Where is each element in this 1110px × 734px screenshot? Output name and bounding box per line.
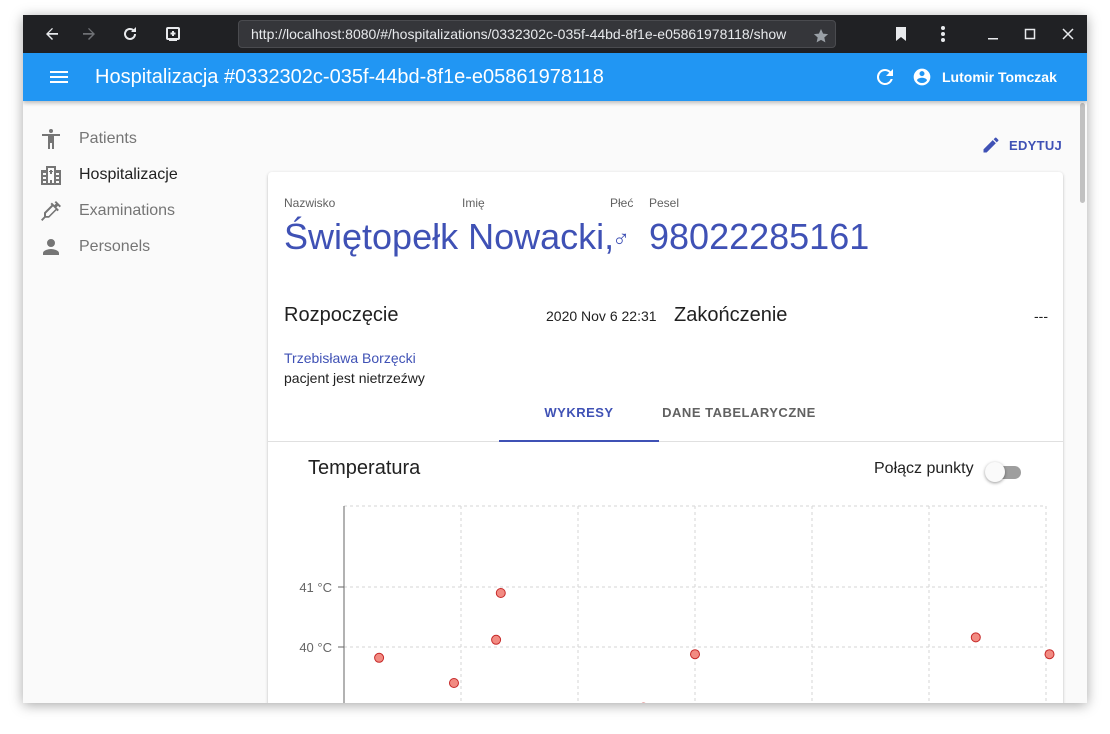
data-point (491, 634, 502, 645)
sidebar-item-label: Personels (79, 238, 151, 255)
surname-label: Nazwisko (284, 196, 336, 210)
edit-button[interactable]: EDYTUJ (981, 135, 1062, 155)
syringe-icon (39, 199, 63, 223)
sidebar-item-label: Hospitalizacje (79, 166, 178, 183)
sidebar-item-label: Patients (79, 130, 137, 147)
tab-bar: WYKRESY DANE TABELARYCZNE (268, 394, 1063, 442)
bookmark-star-icon[interactable] (813, 26, 829, 47)
start-value: 2020 Nov 6 22:31 (546, 308, 657, 324)
toggle-thumb (985, 462, 1005, 482)
patient-full-name: Świętopełk Nowacki, (284, 216, 615, 257)
connect-points-toggle[interactable] (985, 461, 1023, 482)
minimize-icon[interactable] (981, 22, 1005, 46)
male-icon: ♂ (612, 226, 630, 253)
name-label: Imię (462, 196, 485, 210)
sidebar-item-label: Examinations (79, 202, 176, 219)
pencil-icon (983, 137, 999, 153)
end-heading: Zakończenie (674, 304, 788, 326)
start-heading: Rozpoczęcie (284, 304, 399, 326)
data-point (1044, 649, 1055, 660)
tab-dane-tabelaryczne[interactable]: DANE TABELARYCZNE (659, 394, 819, 442)
sidebar-item-examinations[interactable]: Examinations (23, 193, 253, 229)
edit-button-label: EDYTUJ (1009, 137, 1063, 153)
y-tick-label: 39 °C (299, 700, 332, 703)
browser-menu-icon[interactable] (931, 22, 955, 46)
hospitalization-note: pacjent jest nietrzeźwy (284, 370, 425, 386)
sidebar-item-hospitalizacje[interactable]: Hospitalizacje (23, 157, 253, 193)
sidebar-item-personels[interactable]: Personels (23, 229, 253, 265)
menu-icon[interactable] (47, 65, 71, 94)
browser-toolbar: http://localhost:8080/#/hospitalizations… (23, 15, 1087, 53)
tab-wykresy[interactable]: WYKRESY (499, 394, 659, 442)
page-scrollbar[interactable] (1080, 103, 1085, 203)
maximize-icon[interactable] (1018, 22, 1042, 46)
data-point (448, 678, 459, 688)
refresh-icon[interactable] (873, 65, 897, 94)
install-app-icon[interactable] (161, 22, 185, 46)
account-circle-icon (913, 68, 931, 86)
person-icon (39, 235, 63, 259)
patient-pesel: 98022285161 (649, 216, 870, 257)
data-point (495, 588, 506, 598)
page-title: Hospitalizacja #0332302c-035f-44bd-8f1e-… (95, 66, 604, 88)
temperature-chart: 41 °C 40 °C 39 °C (299, 505, 1055, 703)
pesel-label: Pesel (649, 196, 680, 210)
accessibility-icon (39, 127, 63, 151)
doctor-link[interactable]: Trzebisława Borzęcki (284, 350, 416, 366)
y-tick-label: 40 °C (299, 640, 332, 655)
url-text: http://localhost:8080/#/hospitalizations… (251, 26, 787, 42)
back-icon[interactable] (40, 22, 64, 46)
hospitalization-card: Nazwisko Imię Płeć Pesel Świętopełk Nowa… (268, 172, 1063, 703)
data-point (970, 632, 981, 643)
sidebar-item-patients[interactable]: Patients (23, 121, 253, 157)
browser-window: http://localhost:8080/#/hospitalizations… (23, 15, 1087, 703)
y-tick-label: 41 °C (299, 580, 332, 595)
data-point (374, 652, 385, 663)
chart-title: Temperatura (308, 457, 421, 479)
data-point (690, 649, 700, 660)
app-bar: Hospitalizacja #0332302c-035f-44bd-8f1e-… (23, 53, 1087, 101)
bookmarks-icon[interactable] (889, 22, 913, 46)
user-menu[interactable]: Lutomir Tomczak (912, 65, 1057, 89)
forward-icon[interactable] (77, 22, 101, 46)
reload-icon[interactable] (118, 22, 142, 46)
connect-points-label: Połącz punkty (874, 460, 974, 477)
end-value: --- (1034, 308, 1048, 324)
close-icon[interactable] (1056, 22, 1080, 46)
user-name: Lutomir Tomczak (942, 69, 1057, 85)
address-bar[interactable]: http://localhost:8080/#/hospitalizations… (238, 20, 836, 48)
hospital-icon (39, 163, 63, 187)
sex-label: Płeć (610, 196, 634, 210)
